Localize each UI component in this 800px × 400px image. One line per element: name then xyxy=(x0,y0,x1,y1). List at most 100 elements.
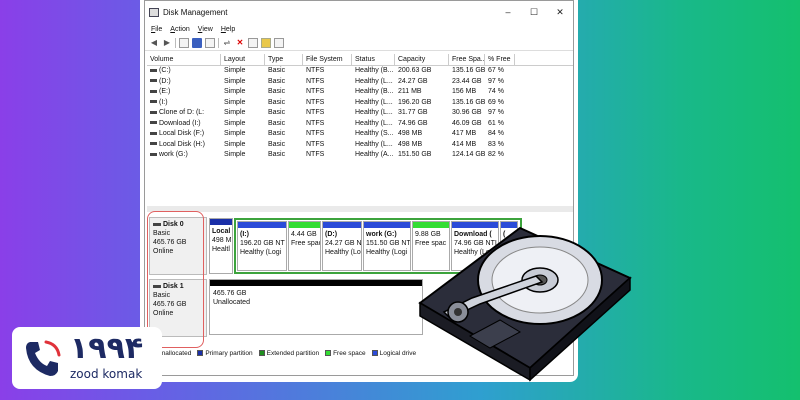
table-row[interactable]: Local Disk (H:) Simple Basic NTFS Healthy (L… xyxy=(147,140,573,151)
volume-icon xyxy=(150,110,157,114)
volume-icon xyxy=(150,100,157,104)
table-cell: NTFS xyxy=(306,119,325,127)
volume-name: (E:) xyxy=(159,88,171,95)
col-type[interactable]: Type xyxy=(265,54,303,65)
minimize-button[interactable]: – xyxy=(495,7,521,18)
col-layout[interactable]: Layout xyxy=(221,54,265,65)
partition-block[interactable]: Local 498 M Healtl xyxy=(209,218,233,274)
table-cell: Simple xyxy=(224,151,246,158)
table-cell: 135.16 GB xyxy=(452,98,485,106)
col-free-space[interactable]: Free Spa... xyxy=(449,54,485,65)
menu-file[interactable]: File xyxy=(151,26,162,33)
table-cell: Simple xyxy=(224,119,246,127)
volume-name: Local Disk (F:) xyxy=(159,130,205,137)
table-cell: Healthy (S... xyxy=(355,130,394,137)
table-cell: Download (I:) xyxy=(147,119,221,130)
maximize-button[interactable]: ☐ xyxy=(521,7,547,18)
close-button[interactable]: ✕ xyxy=(547,7,573,18)
table-cell: 124.14 GB xyxy=(452,151,485,158)
menu-action[interactable]: Action xyxy=(170,26,189,33)
table-row[interactable]: work (G:) Simple Basic NTFS Healthy (A... 151… xyxy=(147,150,573,161)
partition-band xyxy=(210,219,232,225)
properties-icon[interactable] xyxy=(179,37,189,48)
table-row[interactable]: Local Disk (F:) Simple Basic NTFS Healthy (S… xyxy=(147,129,573,140)
table-cell: 498 MB xyxy=(398,130,423,137)
volume-name: (C:) xyxy=(159,67,171,74)
table-cell: Basic xyxy=(268,109,286,116)
toolbar: ◀ ▶ ⇌ ✕ xyxy=(145,35,573,51)
connect-icon[interactable]: ⇌ xyxy=(222,38,232,48)
forward-arrow-icon[interactable]: ▶ xyxy=(162,38,172,48)
table-cell: Healthy (L... xyxy=(355,140,393,148)
table-cell: (I:) xyxy=(147,98,221,109)
legend-label: Unallocated xyxy=(157,350,192,357)
help-icon[interactable] xyxy=(192,37,202,48)
table-cell: 196.20 GB xyxy=(398,98,432,106)
table-cell: 82 % xyxy=(488,151,504,158)
unallocated-label: Unallocated xyxy=(213,299,250,306)
window-title: Disk Management xyxy=(163,7,228,17)
volume-icon xyxy=(150,79,157,83)
folder-icon[interactable] xyxy=(261,37,271,48)
table-row[interactable]: (C:) Simple Basic NTFS Healthy (B... 200.63 G… xyxy=(147,66,573,77)
volume-icon xyxy=(150,121,157,125)
table-cell: 61 % xyxy=(488,119,504,127)
table-cell: NTFS xyxy=(306,130,325,137)
checklist-icon[interactable] xyxy=(248,37,258,48)
back-arrow-icon[interactable]: ◀ xyxy=(149,38,159,48)
table-cell: 24.27 GB xyxy=(398,77,428,85)
volume-name: (D:) xyxy=(159,77,171,85)
table-cell: Healthy (L... xyxy=(355,109,393,116)
legend-swatch xyxy=(197,350,204,357)
table-row[interactable]: (E:) Simple Basic NTFS Healthy (B... 211 MB 15… xyxy=(147,87,573,98)
table-cell: 211 MB xyxy=(398,88,422,95)
partition-block[interactable]: 4.44 GB Free spac xyxy=(288,221,321,271)
partition-block[interactable]: (I:) 196.20 GB NT Healthy (Logi xyxy=(237,221,287,271)
table-cell: Healthy (L... xyxy=(355,119,393,127)
settings-page-icon[interactable] xyxy=(274,37,284,48)
col-percent-free[interactable]: % Free xyxy=(485,54,515,65)
menu-help[interactable]: Help xyxy=(221,26,235,33)
disk-1-unallocated[interactable]: 465.76 GB Unallocated xyxy=(209,279,423,335)
table-row[interactable]: Clone of D: (L: Simple Basic NTFS Healthy (L… xyxy=(147,108,573,119)
table-row[interactable]: (D:) Simple Basic NTFS Healthy (L... 24.27 GB… xyxy=(147,77,573,88)
partition-size: 24.27 GB NT xyxy=(325,240,362,247)
table-cell: Basic xyxy=(268,151,286,158)
table-cell: Basic xyxy=(268,130,286,137)
table-cell: NTFS xyxy=(306,67,325,74)
legend-item: Primary partition xyxy=(197,350,253,357)
partition-size: 498 M xyxy=(212,237,232,244)
table-cell: 97 % xyxy=(488,77,504,85)
col-file-system[interactable]: File System xyxy=(303,54,352,65)
partition-size: 151.50 GB NTI xyxy=(366,240,411,247)
partition-legend: Unallocated Primary partition Extended par… xyxy=(149,350,416,357)
list-view-icon[interactable] xyxy=(205,37,215,48)
table-row[interactable]: (I:) Simple Basic NTFS Healthy (L... 196.20 G… xyxy=(147,98,573,109)
menu-bar: File Action View Help xyxy=(145,23,573,35)
table-cell: Simple xyxy=(224,109,246,116)
table-cell: (E:) xyxy=(147,87,221,98)
volume-name: Download (I:) xyxy=(159,119,201,127)
table-cell: NTFS xyxy=(306,140,325,148)
table-cell: Basic xyxy=(268,98,286,106)
partition-block[interactable]: (D:) 24.27 GB NT Healthy (Logi xyxy=(322,221,362,271)
partition-band xyxy=(323,222,361,228)
table-row[interactable]: Download (I:) Simple Basic NTFS Healthy (L..… xyxy=(147,119,573,130)
delete-icon[interactable]: ✕ xyxy=(235,38,245,48)
col-status[interactable]: Status xyxy=(352,54,395,65)
legend-label: Primary partition xyxy=(205,350,253,357)
col-capacity[interactable]: Capacity xyxy=(395,54,449,65)
table-cell: NTFS xyxy=(306,109,325,116)
table-cell: 67 % xyxy=(488,67,504,74)
partition-size: 196.20 GB NT xyxy=(240,240,285,247)
col-volume[interactable]: Volume xyxy=(147,54,221,65)
partition-block[interactable]: work (G:) 151.50 GB NTI Healthy (Logi xyxy=(363,221,411,271)
table-cell: NTFS xyxy=(306,151,325,158)
legend-label: Free space xyxy=(333,350,366,357)
toolbar-separator xyxy=(175,37,176,48)
table-cell: Simple xyxy=(224,77,246,85)
menu-view[interactable]: View xyxy=(198,26,213,33)
table-cell: (D:) xyxy=(147,77,221,88)
table-cell: (C:) xyxy=(147,66,221,77)
table-cell: NTFS xyxy=(306,88,325,95)
